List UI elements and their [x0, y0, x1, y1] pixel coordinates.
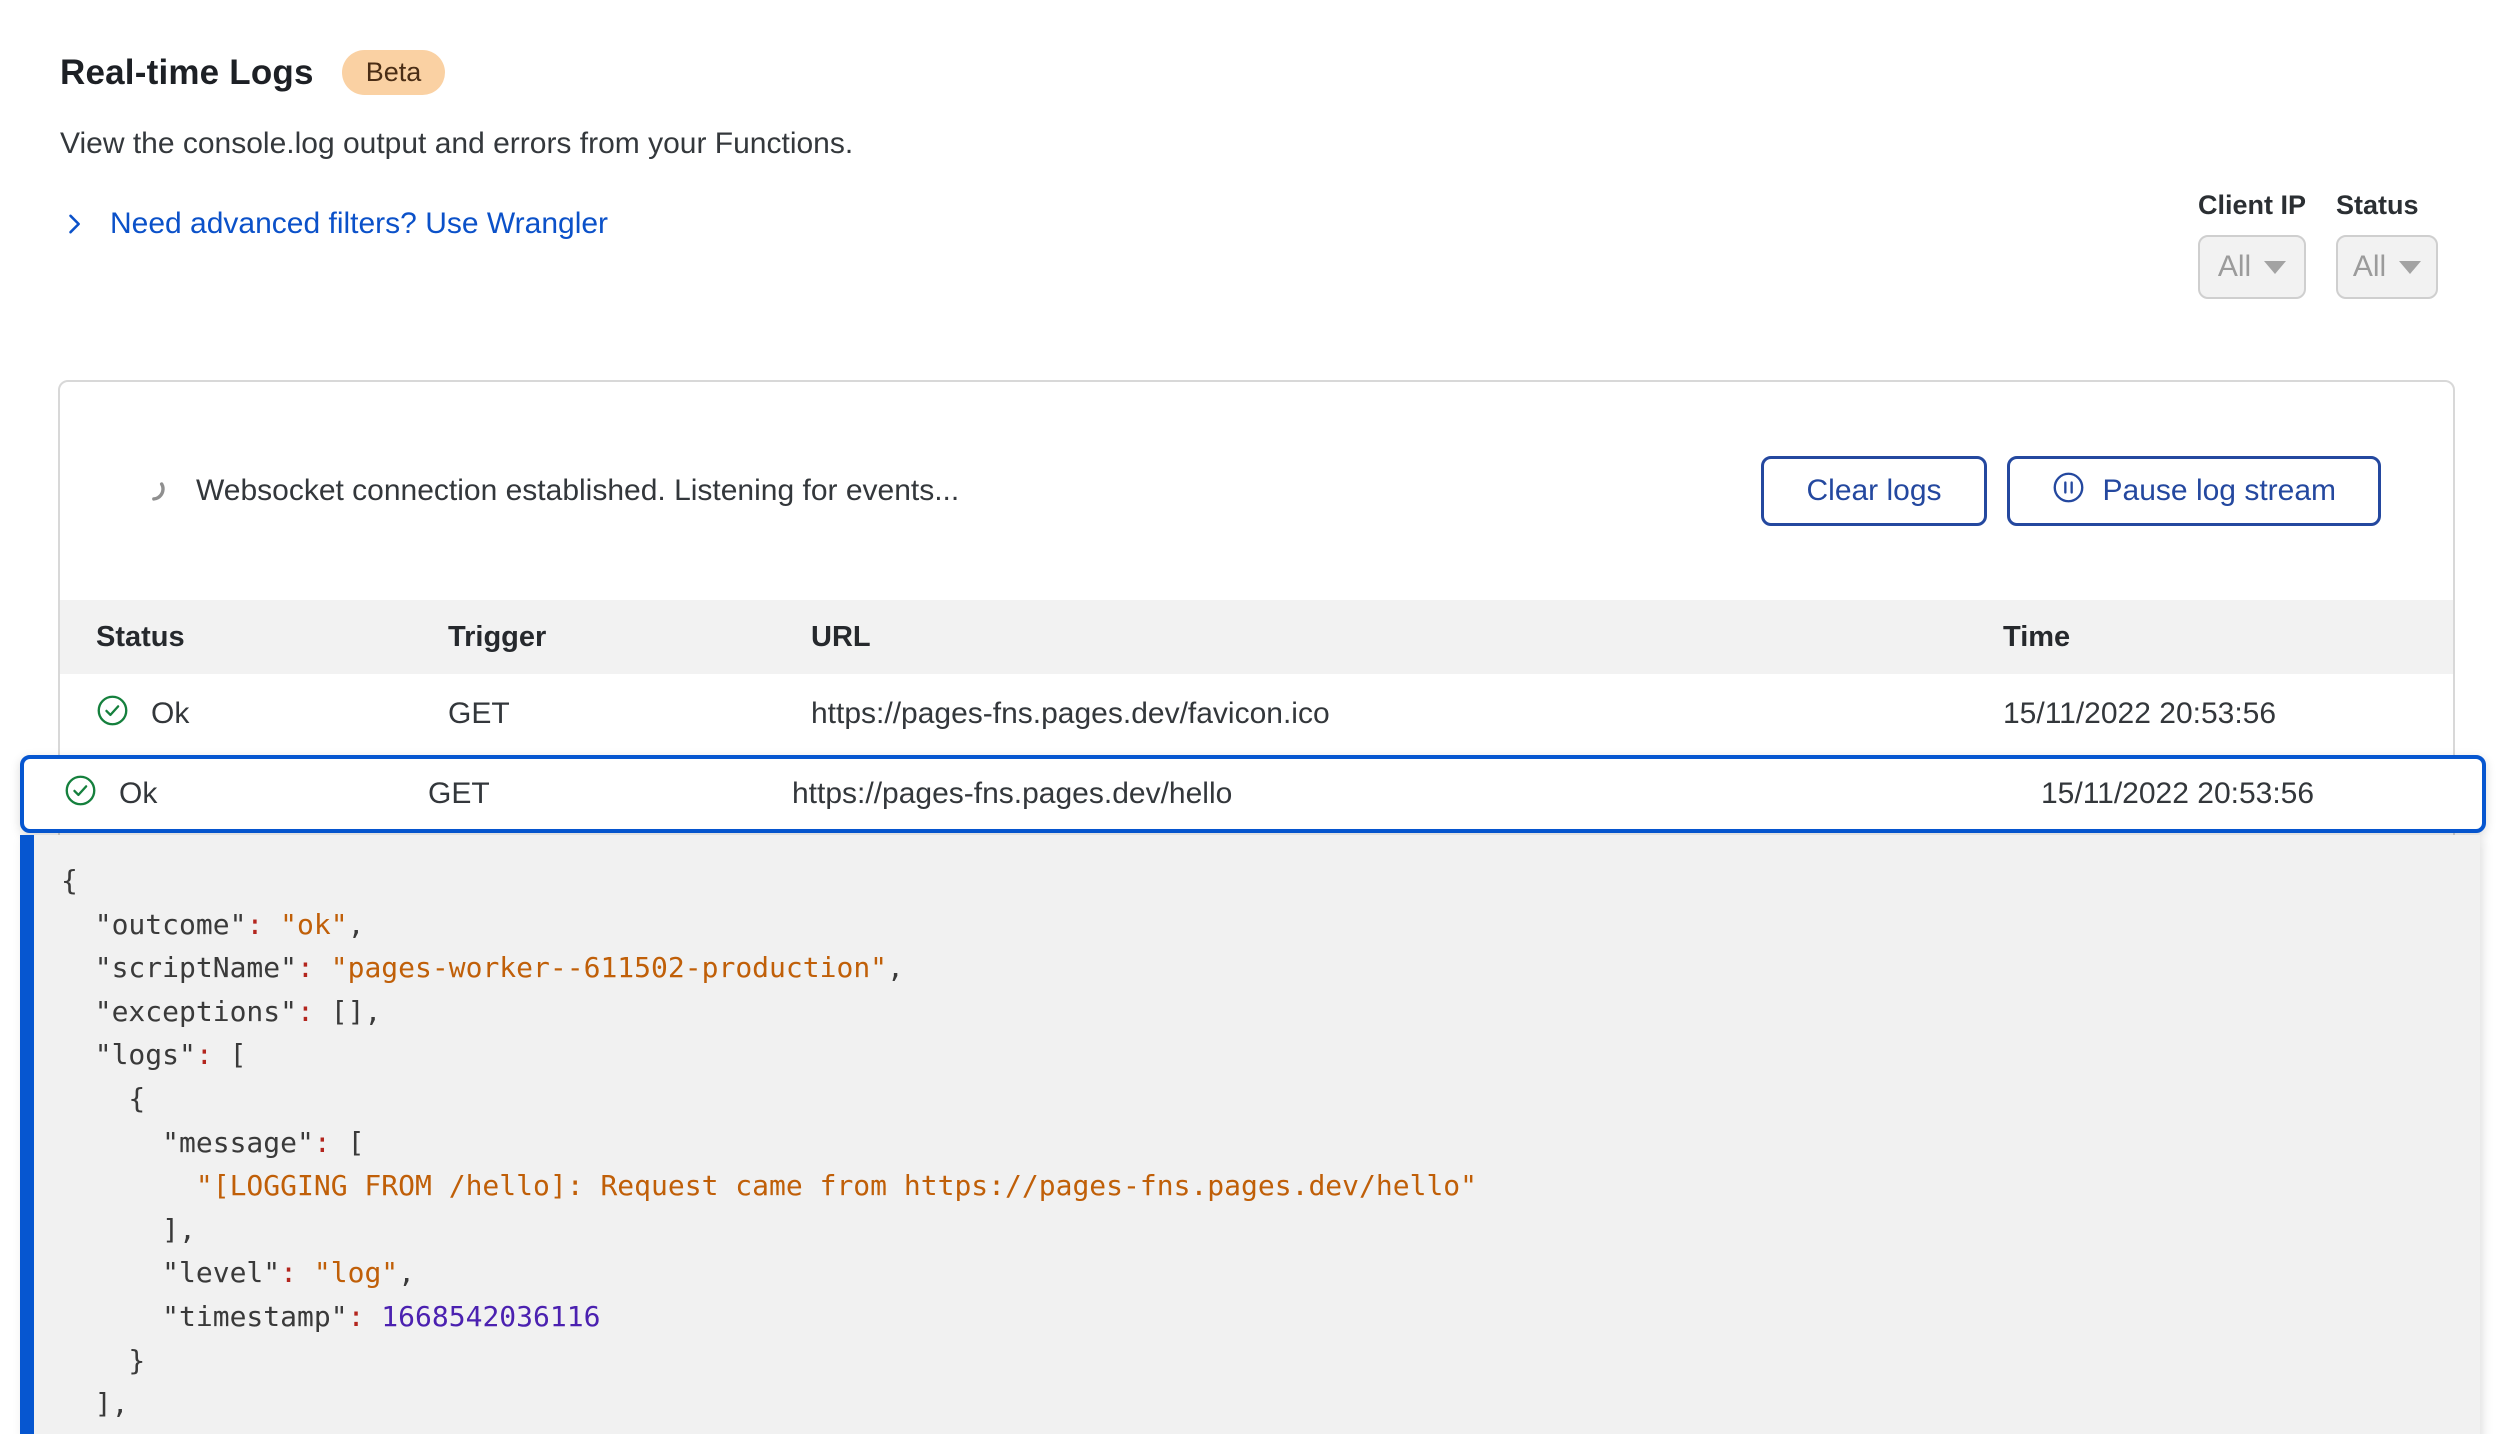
status-label: Ok — [151, 697, 189, 731]
code-token: { — [61, 864, 78, 897]
code-token: ], — [61, 1213, 196, 1246]
code-token: : — [348, 1300, 365, 1333]
check-circle-icon — [96, 694, 129, 735]
code-token: : — [246, 908, 263, 941]
code-token — [297, 1256, 314, 1289]
beta-badge: Beta — [342, 50, 446, 95]
clear-logs-button[interactable]: Clear logs — [1761, 456, 1986, 526]
code-token: "scriptName" — [61, 951, 297, 984]
code-token: "timestamp" — [61, 1300, 348, 1333]
code-token: , — [398, 1256, 415, 1289]
code-token — [314, 951, 331, 984]
caret-down-icon — [2264, 261, 2286, 274]
code-line: "outcome": "ok", — [61, 903, 2460, 947]
code-line: "exceptions": [], — [61, 990, 2460, 1034]
filter-label: Status — [2336, 190, 2438, 221]
code-token: { — [61, 1082, 145, 1115]
code-token: [ — [213, 1038, 247, 1071]
table-rows: Ok GET https://pages-fns.pages.dev/favic… — [60, 674, 2453, 754]
code-token: : — [314, 1126, 331, 1159]
code-token: "message" — [61, 1126, 314, 1159]
filter-client-ip: Client IP All — [2198, 190, 2306, 299]
code-line: "message": [ — [61, 1121, 2460, 1165]
pause-log-stream-button[interactable]: Pause log stream — [2007, 456, 2381, 526]
code-line: "[LOGGING FROM /hello]: Request came fro… — [61, 1164, 2460, 1208]
url-cell: https://pages-fns.pages.dev/hello — [792, 777, 2041, 811]
code-token: : — [297, 995, 314, 1028]
code-token: , — [348, 908, 365, 941]
code-token — [364, 1300, 381, 1333]
column-header: Trigger — [448, 621, 811, 654]
advanced-filters-link[interactable]: Need advanced filters? Use Wrangler — [60, 207, 853, 241]
code-line: { — [61, 859, 2460, 903]
code-token: "logs" — [61, 1038, 196, 1071]
code-token: "[LOGGING FROM /hello]: Request came fro… — [196, 1169, 1477, 1202]
clear-logs-label: Clear logs — [1806, 474, 1941, 508]
time-cell: 15/11/2022 20:53:56 — [2003, 697, 2417, 731]
code-line: ], — [61, 1208, 2460, 1252]
code-line: "level": "log", — [61, 1251, 2460, 1295]
code-token: ], — [61, 1387, 128, 1420]
trigger-cell: GET — [448, 697, 811, 731]
table-row[interactable]: Ok GET https://pages-fns.pages.dev/favic… — [60, 674, 2453, 754]
code-line: } — [61, 1339, 2460, 1383]
code-token: 1668542036116 — [381, 1300, 600, 1333]
column-header: Time — [2003, 621, 2417, 654]
table-header: StatusTriggerURLTime — [60, 600, 2453, 674]
code-line: "logs": [ — [61, 1033, 2460, 1077]
log-detail-json: { "outcome": "ok", "scriptName": "pages-… — [34, 835, 2480, 1426]
log-detail-panel: { "outcome": "ok", "scriptName": "pages-… — [20, 835, 2480, 1434]
column-header: URL — [811, 621, 2003, 654]
code-token: "level" — [61, 1256, 280, 1289]
code-token — [61, 1169, 196, 1202]
page-header: Real-time Logs Beta View the console.log… — [60, 50, 853, 241]
dropdown-value: All — [2353, 250, 2386, 284]
code-line: { — [61, 1077, 2460, 1121]
code-token: "pages-worker--611502-production" — [331, 951, 887, 984]
expanded-log-entry: Ok GET https://pages-fns.pages.dev/hello… — [20, 755, 2486, 1434]
caret-down-icon — [2399, 261, 2421, 274]
stream-bar: Websocket connection established. Listen… — [60, 382, 2453, 600]
chevron-right-icon — [60, 210, 88, 238]
page-title: Real-time Logs — [60, 53, 314, 93]
status-cell: Ok — [96, 694, 448, 735]
time-cell: 15/11/2022 20:53:56 — [2041, 777, 2446, 811]
status-label: Ok — [119, 777, 157, 811]
column-header: Status — [96, 621, 448, 654]
trigger-cell: GET — [428, 777, 792, 811]
code-token: : — [280, 1256, 297, 1289]
connection-status-message: Websocket connection established. Listen… — [196, 474, 1761, 508]
code-token: "outcome" — [61, 908, 246, 941]
selected-table-row[interactable]: Ok GET https://pages-fns.pages.dev/hello… — [20, 755, 2486, 833]
pause-log-stream-label: Pause log stream — [2103, 474, 2336, 508]
code-token: : — [297, 951, 314, 984]
spinner-icon — [140, 476, 166, 507]
code-token: , — [887, 951, 904, 984]
check-circle-icon — [64, 774, 97, 815]
code-token: "exceptions" — [61, 995, 297, 1028]
dropdown-value: All — [2218, 250, 2251, 284]
code-token: [ — [331, 1126, 365, 1159]
status-dropdown[interactable]: All — [2336, 235, 2438, 299]
advanced-filters-link-label: Need advanced filters? Use Wrangler — [110, 207, 608, 241]
filter-status: Status All — [2336, 190, 2438, 299]
client-ip-dropdown[interactable]: All — [2198, 235, 2306, 299]
pause-circle-icon — [2052, 471, 2085, 512]
code-token: [], — [314, 995, 381, 1028]
status-cell: Ok — [64, 774, 428, 815]
page-subtitle: View the console.log output and errors f… — [60, 127, 853, 161]
code-token — [263, 908, 280, 941]
filters: Client IP All Status All — [2198, 190, 2438, 299]
code-token: : — [196, 1038, 213, 1071]
realtime-logs-page: Real-time Logs Beta View the console.log… — [0, 0, 2508, 1434]
code-line: "scriptName": "pages-worker--611502-prod… — [61, 946, 2460, 990]
filter-label: Client IP — [2198, 190, 2306, 221]
code-token: } — [61, 1344, 145, 1377]
code-token: "log" — [314, 1256, 398, 1289]
url-cell: https://pages-fns.pages.dev/favicon.ico — [811, 697, 2003, 731]
code-line: "timestamp": 1668542036116 — [61, 1295, 2460, 1339]
code-line: ], — [61, 1382, 2460, 1426]
code-token: "ok" — [280, 908, 347, 941]
